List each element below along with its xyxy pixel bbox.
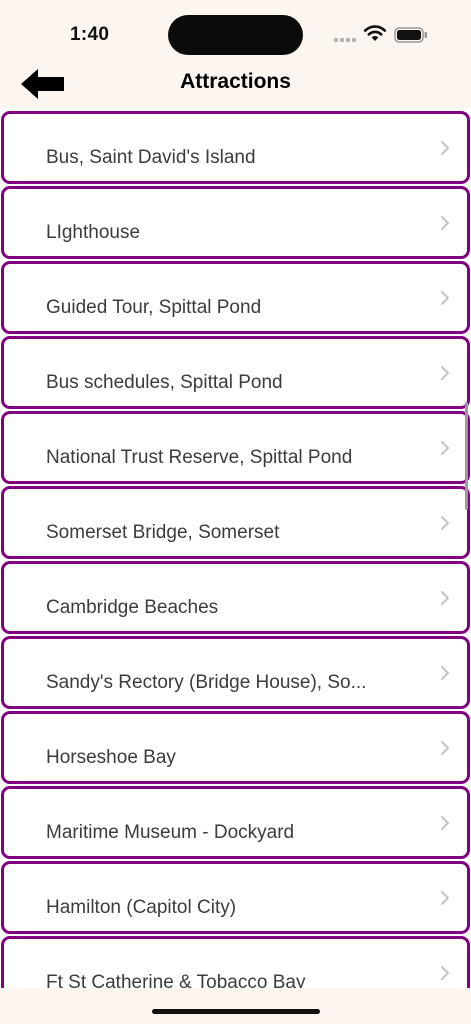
list-item-label: LIghthouse — [46, 222, 141, 243]
chevron-right-icon — [441, 441, 449, 455]
list-item[interactable]: Bus, Saint David's Island — [1, 111, 470, 184]
list-item[interactable]: Cambridge Beaches — [1, 561, 470, 634]
attractions-list[interactable]: Bus, Saint David's Island LIghthouse Gui… — [0, 108, 471, 988]
list-item-label: Cambridge Beaches — [46, 597, 219, 618]
chevron-right-icon — [441, 366, 449, 380]
home-indicator[interactable] — [152, 1009, 320, 1014]
chevron-right-icon — [441, 966, 449, 980]
list-item[interactable]: Guided Tour, Spittal Pond — [1, 261, 470, 334]
list-item-label: Hamilton (Capitol City) — [46, 897, 237, 918]
list-item-label: Horseshoe Bay — [46, 747, 176, 768]
status-bar: 1:40 — [0, 0, 471, 62]
chevron-right-icon — [441, 141, 449, 155]
list-item-label: Ft St Catherine & Tobacco Bay — [46, 972, 306, 988]
list-item[interactable]: Somerset Bridge, Somerset — [1, 486, 470, 559]
list-item-label: Sandy's Rectory (Bridge House), So... — [46, 672, 367, 693]
battery-icon — [394, 27, 427, 43]
chevron-right-icon — [441, 816, 449, 830]
list-item[interactable]: Hamilton (Capitol City) — [1, 861, 470, 934]
chevron-right-icon — [441, 216, 449, 230]
chevron-right-icon — [441, 891, 449, 905]
scroll-indicator[interactable] — [465, 402, 468, 510]
chevron-right-icon — [441, 741, 449, 755]
navigation-bar: Attractions — [0, 62, 471, 108]
list-item-label: Maritime Museum - Dockyard — [46, 822, 295, 843]
list-item[interactable]: Horseshoe Bay — [1, 711, 470, 784]
chevron-right-icon — [441, 516, 449, 530]
home-area — [0, 988, 471, 1024]
list-item[interactable]: Ft St Catherine & Tobacco Bay — [1, 936, 470, 988]
list-item-label: Bus, Saint David's Island — [46, 147, 256, 168]
list-item[interactable]: Bus schedules, Spittal Pond — [1, 336, 470, 409]
cellular-signal-icon — [334, 38, 356, 42]
list-item-label: Guided Tour, Spittal Pond — [46, 297, 262, 318]
chevron-right-icon — [441, 666, 449, 680]
list-item-label: National Trust Reserve, Spittal Pond — [46, 447, 353, 468]
list-item[interactable]: National Trust Reserve, Spittal Pond — [1, 411, 470, 484]
list-item-label: Somerset Bridge, Somerset — [46, 522, 280, 543]
list-item[interactable]: Maritime Museum - Dockyard — [1, 786, 470, 859]
wifi-icon — [363, 25, 387, 41]
list-item-label: Bus schedules, Spittal Pond — [46, 372, 283, 393]
dynamic-island — [168, 15, 303, 55]
chevron-right-icon — [441, 291, 449, 305]
page-title: Attractions — [180, 70, 291, 93]
status-time: 1:40 — [70, 24, 110, 45]
list-item[interactable]: Sandy's Rectory (Bridge House), So... — [1, 636, 470, 709]
list-item[interactable]: LIghthouse — [1, 186, 470, 259]
chevron-right-icon — [441, 591, 449, 605]
